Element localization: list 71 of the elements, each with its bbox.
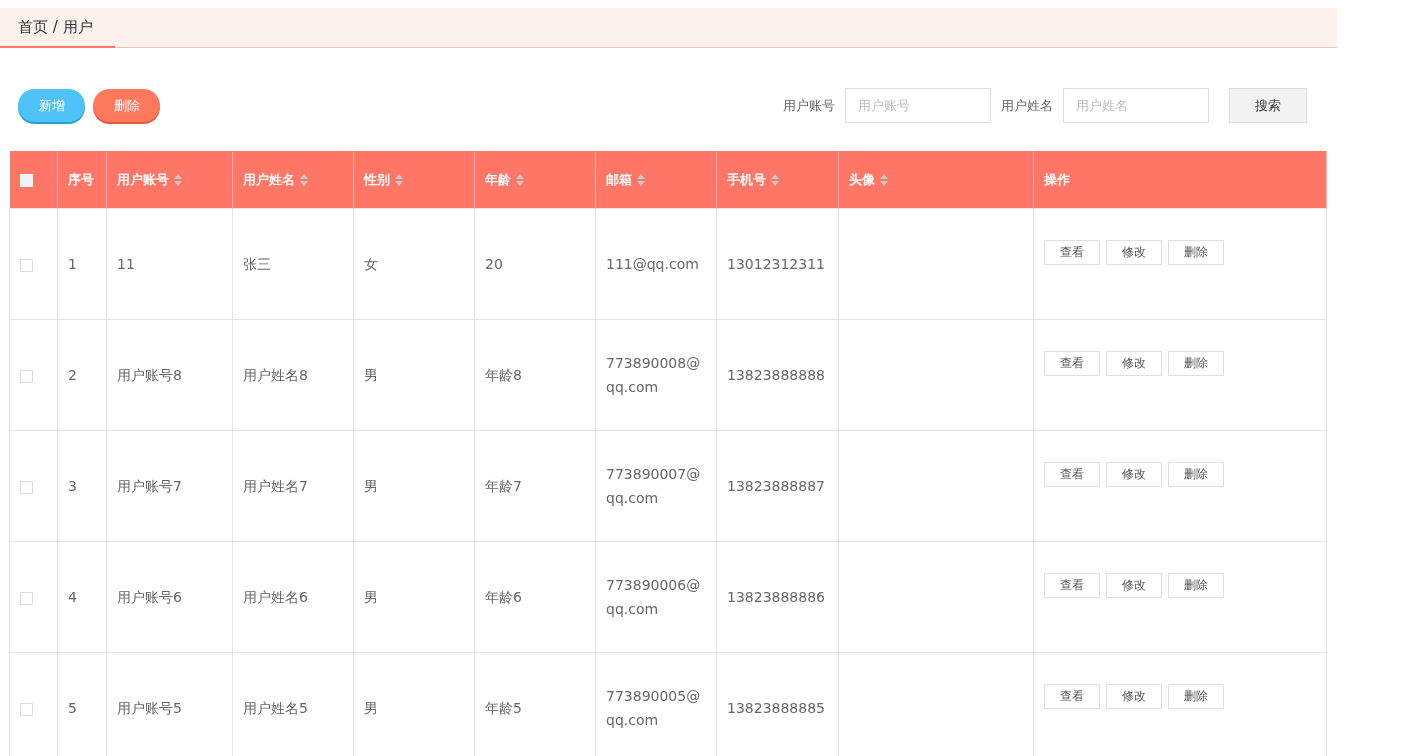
table-cell: 13012312311 bbox=[716, 208, 839, 320]
table-cell: 男 bbox=[353, 430, 475, 542]
column-header: 操作 bbox=[1044, 170, 1070, 189]
row-action-button[interactable]: 修改 bbox=[1106, 350, 1162, 376]
column-header: 用户账号 bbox=[117, 170, 169, 189]
table-cell: 1 bbox=[57, 208, 107, 320]
row-action-button[interactable]: 查看 bbox=[1044, 572, 1100, 598]
breadcrumb-tab[interactable]: 首页 / 用户 bbox=[0, 8, 115, 48]
column-header: 邮箱 bbox=[606, 170, 632, 189]
row-checkbox[interactable] bbox=[20, 369, 33, 383]
table-cell: 女 bbox=[353, 208, 475, 320]
table-cell: 年龄6 bbox=[474, 541, 596, 653]
row-action-button[interactable]: 删除 bbox=[1168, 572, 1224, 598]
row-checkbox[interactable] bbox=[20, 591, 33, 605]
table-cell: 13823888886 bbox=[716, 541, 839, 653]
table-cell: 用户姓名6 bbox=[232, 541, 354, 653]
table-cell: 2 bbox=[57, 319, 107, 431]
select-all-checkbox[interactable] bbox=[19, 174, 33, 187]
sort-icon[interactable] bbox=[880, 173, 888, 186]
row-action-button[interactable]: 删除 bbox=[1168, 239, 1224, 265]
table-cell: 男 bbox=[353, 541, 475, 653]
table-cell: 用户姓名7 bbox=[232, 430, 354, 542]
table-cell: 111@qq.com bbox=[595, 208, 717, 320]
table-cell: 年龄7 bbox=[474, 430, 596, 542]
row-action-button[interactable]: 查看 bbox=[1044, 461, 1100, 487]
row-action-button[interactable]: 查看 bbox=[1044, 350, 1100, 376]
table-cell: 用户姓名8 bbox=[232, 319, 354, 431]
sort-icon[interactable] bbox=[771, 173, 779, 186]
column-header: 用户姓名 bbox=[243, 170, 295, 189]
table-cell: 20 bbox=[474, 208, 596, 320]
row-action-button[interactable]: 查看 bbox=[1044, 239, 1100, 265]
table-cell: 13823888887 bbox=[716, 430, 839, 542]
column-header: 头像 bbox=[849, 170, 875, 189]
search-button[interactable]: 搜索 bbox=[1229, 88, 1307, 123]
sort-icon[interactable] bbox=[637, 173, 645, 186]
table-cell: 男 bbox=[353, 319, 475, 431]
row-action-button[interactable]: 修改 bbox=[1106, 683, 1162, 709]
row-checkbox[interactable] bbox=[20, 258, 33, 272]
row-checkbox[interactable] bbox=[20, 702, 33, 716]
row-checkbox[interactable] bbox=[20, 480, 33, 494]
row-action-button[interactable]: 修改 bbox=[1106, 239, 1162, 265]
column-header: 性别 bbox=[364, 170, 390, 189]
table-cell: 13823888888 bbox=[716, 319, 839, 431]
field-label: 用户账号 bbox=[783, 96, 835, 115]
sort-icon[interactable] bbox=[395, 173, 403, 186]
row-action-button[interactable]: 修改 bbox=[1106, 461, 1162, 487]
table-cell: 张三 bbox=[232, 208, 354, 320]
sort-icon[interactable] bbox=[300, 173, 308, 186]
search-field[interactable]: 用户账号 bbox=[845, 88, 991, 123]
row-action-button[interactable]: 查看 bbox=[1044, 683, 1100, 709]
table-cell: 用户账号6 bbox=[106, 541, 233, 653]
sort-icon[interactable] bbox=[516, 173, 524, 186]
table-cell: 773890008@qq.com bbox=[595, 319, 717, 431]
table-cell: 用户账号7 bbox=[106, 430, 233, 542]
table-cell: 11 bbox=[106, 208, 233, 320]
row-action-button[interactable]: 删除 bbox=[1168, 350, 1224, 376]
column-header: 年龄 bbox=[485, 170, 511, 189]
row-action-button[interactable]: 删除 bbox=[1168, 683, 1224, 709]
table-cell: 773890007@qq.com bbox=[595, 430, 717, 542]
sort-icon[interactable] bbox=[174, 173, 182, 186]
field-label: 用户姓名 bbox=[1001, 96, 1053, 115]
search-field[interactable]: 用户姓名 bbox=[1063, 88, 1209, 123]
row-action-button[interactable]: 修改 bbox=[1106, 572, 1162, 598]
table-cell: 年龄8 bbox=[474, 319, 596, 431]
table-cell: 773890006@qq.com bbox=[595, 541, 717, 653]
column-header: 序号 bbox=[68, 170, 94, 189]
table-cell: 4 bbox=[57, 541, 107, 653]
column-header: 手机号 bbox=[727, 170, 766, 189]
row-action-button[interactable]: 删除 bbox=[1168, 461, 1224, 487]
table-cell: 3 bbox=[57, 430, 107, 542]
table-cell: 用户账号8 bbox=[106, 319, 233, 431]
